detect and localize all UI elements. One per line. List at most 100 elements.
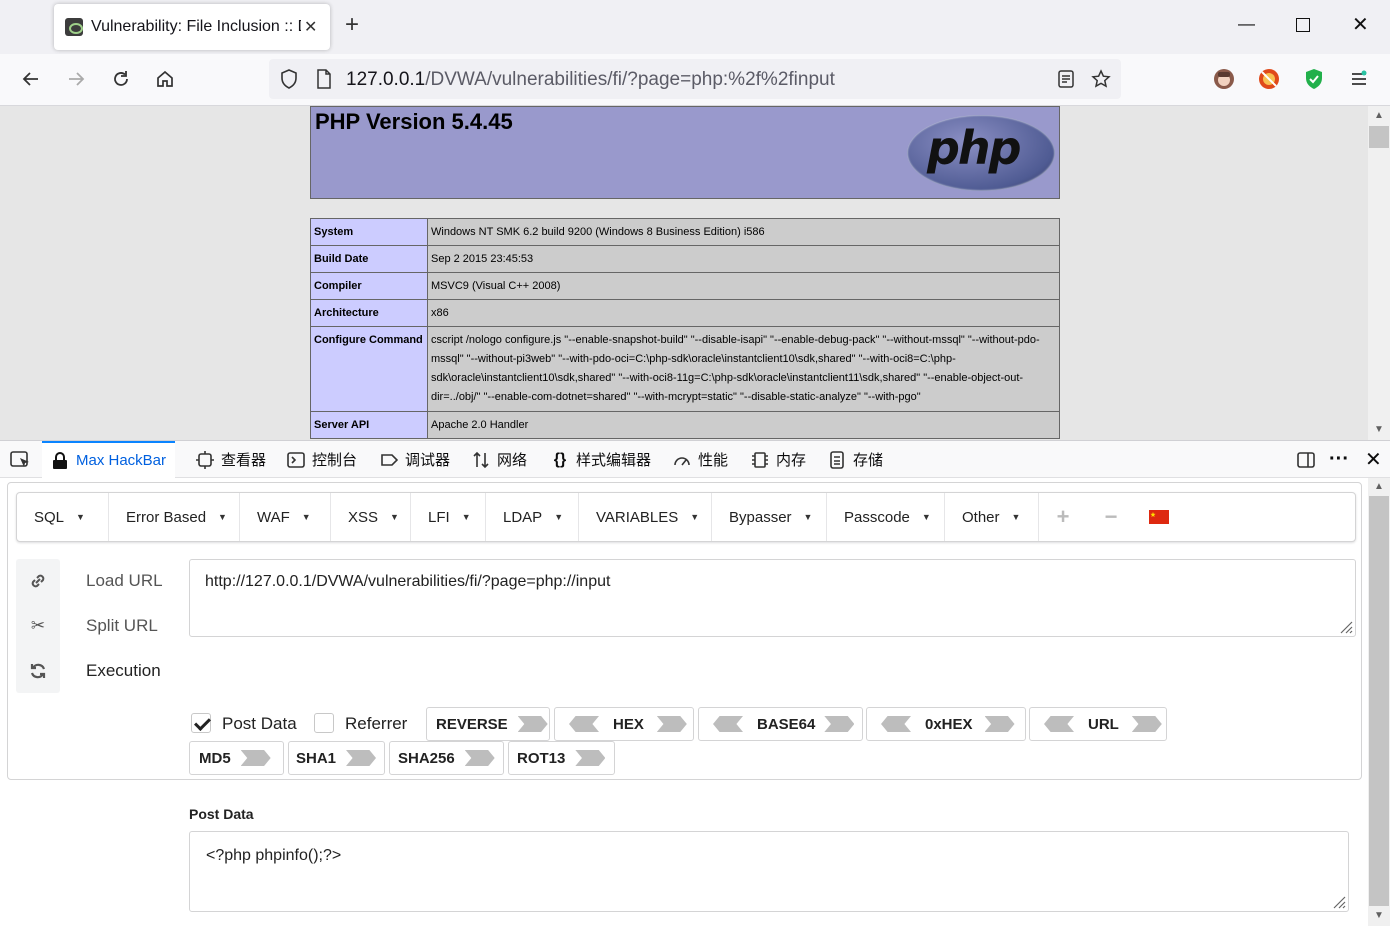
console-icon	[287, 451, 305, 469]
url-textarea-value: http://127.0.0.1/DVWA/vulnerabilities/fi…	[205, 573, 611, 590]
scroll-up-icon[interactable]: ▲	[1374, 110, 1384, 121]
rot13-button[interactable]: ROT13	[508, 741, 615, 775]
close-devtools-icon[interactable]: ✕	[1365, 441, 1382, 478]
menu-xss[interactable]: XSS ▼	[331, 493, 411, 541]
menu-passcode[interactable]: Passcode ▼	[827, 493, 945, 541]
phpinfo-value: Sep 2 2015 23:45:53	[427, 245, 1060, 273]
md5-button[interactable]: MD5	[189, 741, 284, 775]
plus-icon[interactable]: +	[1039, 493, 1087, 541]
tab-label: 样式编辑器	[576, 452, 652, 469]
scroll-up-icon[interactable]: ▲	[1374, 481, 1384, 492]
tab-performance[interactable]: 性能	[673, 441, 728, 478]
resize-grip-icon[interactable]	[1337, 618, 1353, 634]
page-content: PHP Version 5.4.45 php System Windows NT …	[0, 106, 1368, 440]
back-icon[interactable]	[20, 68, 42, 90]
performance-icon	[673, 451, 691, 469]
chevron-right-icon	[656, 716, 687, 732]
sha1-button[interactable]: SHA1	[288, 741, 385, 775]
url-encode-button[interactable]: URL	[1029, 707, 1167, 741]
tab-label: 内存	[776, 452, 807, 469]
menu-error-based[interactable]: Error Based ▼	[109, 493, 240, 541]
phpinfo-key: Build Date	[310, 245, 428, 273]
post-data-checkbox[interactable]	[191, 713, 211, 733]
caret-down-icon: ▼	[803, 512, 813, 522]
menu-waf[interactable]: WAF ▼	[240, 493, 331, 541]
reverse-button[interactable]: REVERSE	[426, 707, 550, 741]
close-tab-icon[interactable]: ✕	[304, 17, 317, 37]
shield-icon[interactable]	[278, 68, 300, 90]
new-tab-icon[interactable]: +	[345, 13, 359, 37]
tab-label: Max HackBar	[76, 452, 167, 469]
menu-bypasser[interactable]: Bypasser ▼	[712, 493, 827, 541]
page-scrollbar[interactable]: ▲ ▼	[1368, 106, 1390, 440]
menu-ldap[interactable]: LDAP ▼	[486, 493, 579, 541]
close-window-icon[interactable]: ✕	[1352, 12, 1369, 37]
menu-icon[interactable]	[1348, 68, 1370, 90]
scroll-thumb[interactable]	[1369, 126, 1389, 148]
chevron-right-icon	[346, 750, 377, 766]
load-url-button[interactable]: Load URL	[86, 571, 163, 591]
bookmark-star-icon[interactable]	[1090, 68, 1112, 90]
scissors-icon[interactable]: ✂	[28, 616, 48, 636]
menu-other[interactable]: Other ▼	[945, 493, 1039, 541]
base64-button[interactable]: BASE64	[698, 707, 863, 741]
hex-button[interactable]: HEX	[554, 707, 694, 741]
phpinfo-value: cscript /nologo configure.js "--enable-s…	[427, 326, 1060, 412]
tab-storage[interactable]: 存储	[828, 441, 883, 478]
inspector-icon	[196, 450, 214, 469]
minimize-icon[interactable]: —	[1238, 14, 1255, 34]
browser-tab[interactable]: Vulnerability: File Inclusion :: Da ✕	[54, 4, 330, 50]
url-text[interactable]: 127.0.0.1/DVWA/vulnerabilities/fi/?page=…	[346, 69, 835, 91]
extension-avatar-icon[interactable]	[1213, 68, 1235, 90]
tab-inspector[interactable]: 查看器	[196, 441, 266, 478]
0xhex-button[interactable]: 0xHEX	[866, 707, 1026, 741]
reader-view-icon[interactable]	[1055, 68, 1077, 90]
chevron-left-icon	[713, 716, 743, 732]
tab-console[interactable]: 控制台	[287, 441, 357, 478]
tab-memory[interactable]: 内存	[751, 441, 806, 478]
more-options-icon[interactable]: ···	[1329, 441, 1349, 478]
home-icon[interactable]	[154, 68, 176, 90]
chevron-right-icon	[240, 750, 271, 766]
tab-label: 性能	[698, 452, 729, 469]
chevron-right-icon	[464, 750, 495, 766]
phpinfo-value: Apache 2.0 Handler	[427, 411, 1060, 439]
tab-label: 调试器	[405, 452, 451, 469]
resize-grip-icon[interactable]	[1330, 893, 1346, 909]
split-url-button[interactable]: Split URL	[86, 616, 158, 636]
scroll-down-icon[interactable]: ▼	[1374, 910, 1384, 921]
minus-icon[interactable]: −	[1087, 493, 1135, 541]
dock-side-icon[interactable]	[1296, 441, 1316, 478]
tab-style-editor[interactable]: {} 样式编辑器	[551, 441, 651, 478]
tab-label: 查看器	[221, 452, 267, 469]
menu-sql[interactable]: SQL ▼	[17, 493, 109, 541]
reload-icon[interactable]	[110, 68, 132, 90]
execution-button[interactable]: Execution	[86, 661, 161, 681]
scroll-down-icon[interactable]: ▼	[1374, 424, 1384, 435]
tab-debugger[interactable]: 调试器	[380, 441, 450, 478]
scroll-thumb[interactable]	[1369, 496, 1389, 906]
refresh-icon[interactable]	[28, 661, 48, 681]
phpinfo-value: Windows NT SMK 6.2 build 9200 (Windows 8…	[427, 218, 1060, 246]
php-header: PHP Version 5.4.45 php	[310, 106, 1060, 199]
extension-shield-icon[interactable]	[1303, 68, 1325, 90]
element-picker-icon[interactable]	[10, 441, 32, 478]
menu-lfi[interactable]: LFI ▼	[411, 493, 486, 541]
forward-icon[interactable]	[65, 68, 87, 90]
maximize-icon[interactable]	[1296, 18, 1310, 32]
referrer-checkbox[interactable]	[314, 713, 334, 733]
post-data-textarea[interactable]: <?php phpinfo();?>	[189, 831, 1349, 912]
sha256-button[interactable]: SHA256	[389, 741, 504, 775]
tab-network[interactable]: 网络	[472, 441, 527, 478]
hackbar-menu: SQL ▼ Error Based ▼ WAF ▼ XSS ▼ LFI ▼ LDAP ▼ V…	[16, 492, 1356, 542]
hackbar-scrollbar[interactable]: ▲ ▼	[1368, 478, 1390, 926]
link-icon[interactable]	[28, 571, 48, 591]
extension-blocker-icon[interactable]	[1258, 68, 1280, 90]
china-flag-icon[interactable]	[1135, 493, 1183, 541]
menu-variables[interactable]: VARIABLES ▼	[579, 493, 712, 541]
style-editor-icon: {}	[553, 450, 567, 468]
caret-down-icon: ▼	[690, 512, 700, 522]
address-bar[interactable]: 127.0.0.1/DVWA/vulnerabilities/fi/?page=…	[269, 59, 1121, 99]
tab-max-hackbar[interactable]: Max HackBar	[42, 441, 176, 478]
url-textarea[interactable]: http://127.0.0.1/DVWA/vulnerabilities/fi…	[189, 559, 1356, 637]
